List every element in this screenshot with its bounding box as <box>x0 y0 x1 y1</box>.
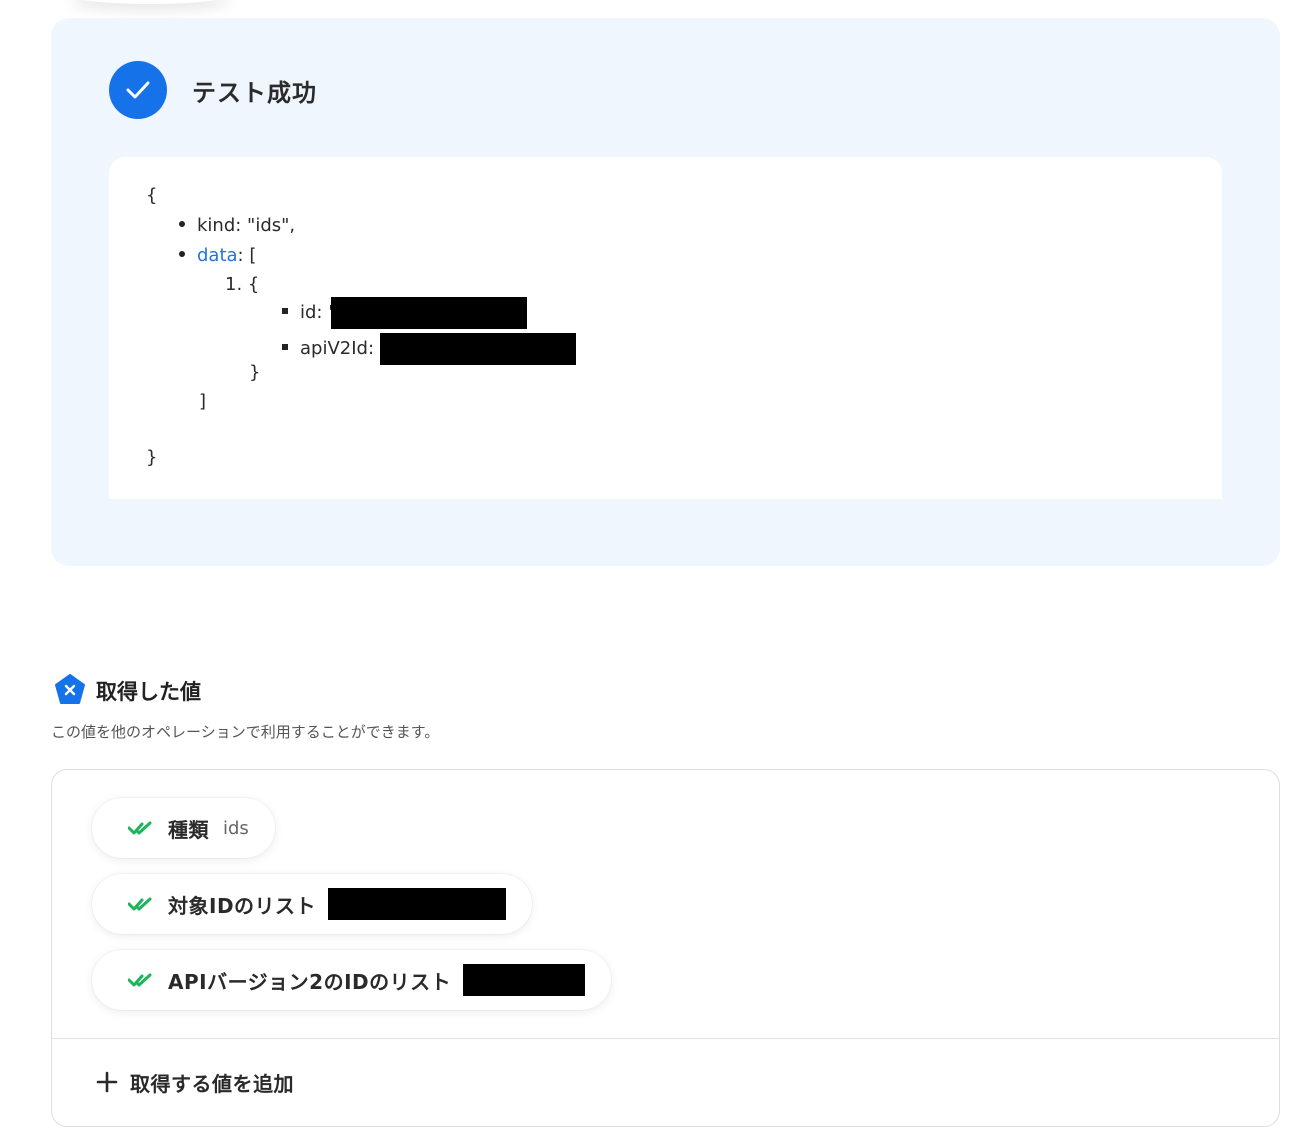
redacted-value <box>328 888 507 920</box>
divider <box>52 1038 1279 1039</box>
double-check-icon <box>128 897 152 911</box>
json-open-brace: { <box>146 185 158 206</box>
json-data-suffix: : [ <box>237 245 257 266</box>
json-kind: kind: "ids", <box>197 215 296 236</box>
json-data-link[interactable]: data <box>197 245 238 266</box>
json-item-close: } <box>249 362 261 383</box>
value-chip-kind[interactable]: 種類 ids <box>92 798 275 858</box>
json-id-line: id: " <box>282 297 527 329</box>
value-chip-apiv2-ids[interactable]: APIバージョン2のIDのリスト <box>92 950 612 1010</box>
redacted-value <box>463 964 586 996</box>
json-item-number: 1. { <box>225 274 260 295</box>
value-chip-label: 対象IDのリスト <box>168 893 317 918</box>
json-array-close: ] <box>199 391 207 412</box>
variable-badge-icon <box>53 673 87 707</box>
redacted-id <box>330 297 527 329</box>
value-chip-label: 種類 <box>168 817 209 842</box>
test-result-panel: テスト成功 { kind: "ids", data: [ 1. { id: " … <box>51 18 1280 566</box>
double-check-icon <box>128 973 152 987</box>
retrieved-values-card: 種類 ids 対象IDのリスト APIバージョン2のIDのリスト 取得する値を追… <box>51 769 1280 1127</box>
json-apiV2Id-line: apiV2Id: <box>282 333 577 365</box>
double-check-icon <box>128 821 152 835</box>
top-card-shadow <box>70 0 230 4</box>
plus-icon <box>96 1071 118 1093</box>
square-bullet <box>282 308 288 314</box>
test-status-title: テスト成功 <box>192 79 317 107</box>
square-bullet <box>282 344 288 350</box>
bullet <box>179 221 185 227</box>
value-chip-label: APIバージョン2のIDのリスト <box>168 969 452 994</box>
redacted-apiV2Id <box>380 333 577 365</box>
json-response: { kind: "ids", data: [ 1. { id: " apiV2I… <box>109 157 1222 499</box>
json-kind-line: kind: "ids", <box>179 215 295 237</box>
check-circle-icon <box>109 61 167 119</box>
section-title: 取得した値 <box>96 680 201 704</box>
add-value-label: 取得する値を追加 <box>130 1071 294 1096</box>
json-data-line: data: [ <box>179 245 256 267</box>
json-close-brace: } <box>146 447 158 468</box>
section-description: この値を他のオペレーションで利用することができます。 <box>51 723 440 741</box>
bullet <box>179 251 185 257</box>
json-apiV2Id-label: apiV2Id: <box>300 338 375 359</box>
value-chip-value: ids <box>223 817 249 839</box>
value-chip-target-ids[interactable]: 対象IDのリスト <box>92 874 533 934</box>
add-value-button[interactable]: 取得する値を追加 <box>96 1060 294 1104</box>
